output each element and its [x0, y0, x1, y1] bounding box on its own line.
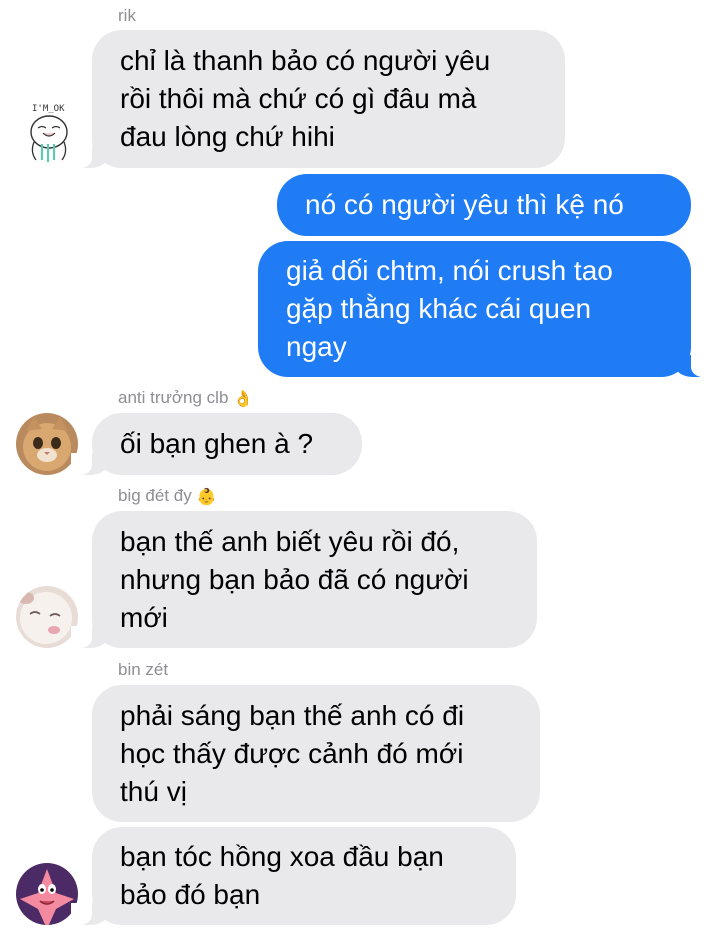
- message-text-line: nhưng bạn bảo đã có người: [120, 564, 469, 595]
- bubble-tail: [71, 903, 109, 925]
- bubble-tail: [71, 453, 109, 475]
- message-text-line: phải sáng bạn thế anh có đi: [120, 700, 465, 731]
- message-text-line: thú vị: [120, 776, 187, 807]
- message-text-line: gặp thằng khác cái quen: [286, 293, 592, 324]
- message-text-line: đau lòng chứ hihi: [120, 121, 335, 152]
- message-text-line: bạn thế anh biết yêu rồi đó,: [120, 526, 460, 557]
- sleeping-cat-icon: [16, 586, 78, 648]
- sender-name-bin-zet: bin zét: [118, 660, 169, 679]
- message-text-line: giả dối chtm, nói crush tao: [286, 255, 613, 286]
- patrick-star-icon: [16, 863, 78, 925]
- message-text-line: học thấy được cảnh đó mới: [120, 738, 464, 769]
- bubble-tail: [71, 626, 109, 648]
- sender-name-rik: rik: [118, 6, 136, 25]
- message-text-line: ngay: [286, 331, 347, 362]
- sender-name-big-det-dy: big đét đy 👶: [118, 486, 217, 506]
- cat-avatar[interactable]: [16, 413, 78, 475]
- message-bubble-bin-zet[interactable]: phải sáng bạn thế anh có đi học thấy đượ…: [92, 685, 540, 822]
- message-bubble-big-det-dy[interactable]: bạn thế anh biết yêu rồi đó, nhưng bạn b…: [71, 511, 537, 648]
- sender-name-anti-truong-clb: anti trưởng clb 👌: [118, 388, 254, 408]
- message-bubble-outgoing[interactable]: nó có người yêu thì kệ nó: [277, 174, 691, 236]
- ok-hand-emoji-icon: 👌: [233, 391, 254, 408]
- message-text-line: rồi thôi mà chứ có gì đâu mà: [120, 83, 477, 114]
- patrick-star-avatar[interactable]: [16, 863, 78, 925]
- baby-emoji-icon: 👶: [196, 489, 217, 506]
- message-text-line: bạn tóc hồng xoa đầu bạn: [120, 841, 444, 872]
- message-bubble-rik[interactable]: chỉ là thanh bảo có người yêu rồi thôi m…: [71, 30, 565, 168]
- svg-text:I'M_OK: I'M_OK: [32, 104, 65, 114]
- bubble-tail: [674, 355, 712, 377]
- sleeping-cat-avatar[interactable]: [16, 586, 78, 648]
- message-text-line: bảo đó bạn: [120, 879, 261, 910]
- message-bubble-anti-truong-clb[interactable]: ối bạn ghen à ?: [71, 413, 362, 475]
- message-bubble-outgoing[interactable]: giả dối chtm, nói crush tao gặp thằng kh…: [258, 241, 712, 377]
- message-text-line: mới: [120, 602, 168, 633]
- message-text-line: ối bạn ghen à ?: [120, 428, 314, 459]
- bubble-tail: [71, 146, 109, 168]
- message-bubble-bin-zet-2[interactable]: bạn tóc hồng xoa đầu bạn bảo đó bạn: [71, 827, 516, 925]
- cat-face-icon: [16, 413, 78, 475]
- message-text-line: chỉ là thanh bảo có người yêu: [120, 45, 491, 76]
- message-text-line: nó có người yêu thì kệ nó: [305, 189, 624, 220]
